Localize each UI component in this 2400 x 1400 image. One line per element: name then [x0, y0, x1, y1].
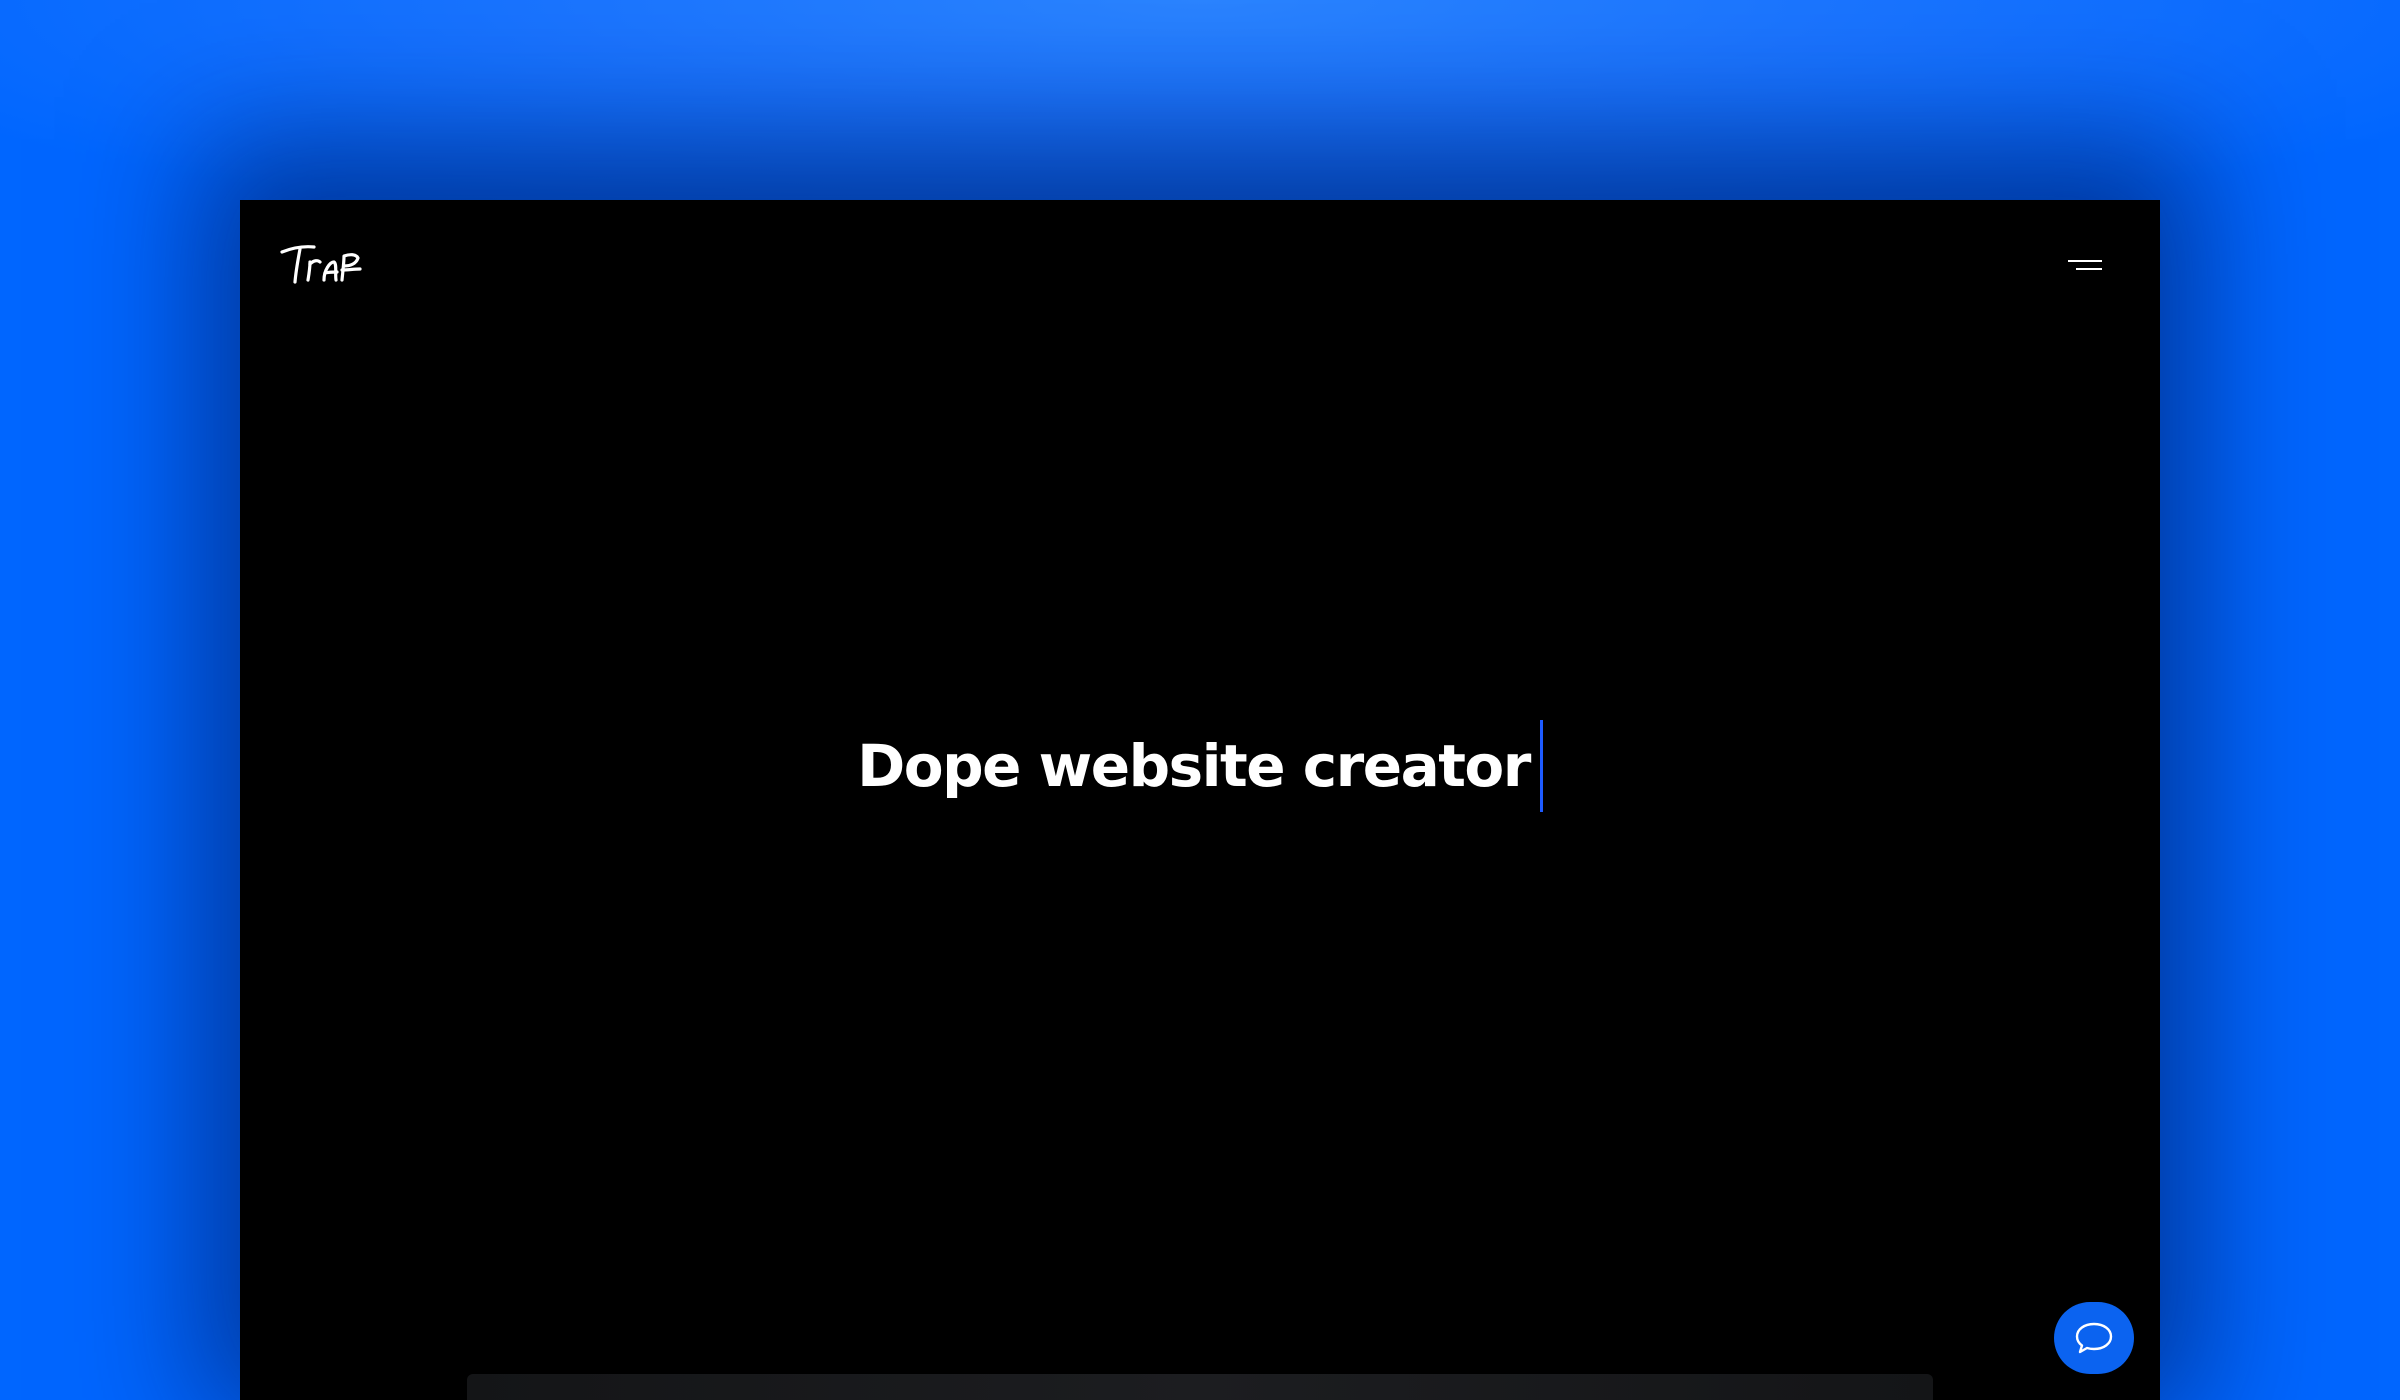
brand-logo-mark	[280, 245, 362, 284]
chat-button[interactable]	[2054, 1302, 2134, 1374]
menu-line-top	[2068, 260, 2102, 262]
hamburger-menu-icon[interactable]	[2066, 254, 2106, 278]
content-panel-peek	[467, 1374, 1933, 1400]
typing-caret	[1539, 720, 1543, 812]
desktop-background: Dope website creator	[0, 0, 2400, 1400]
brand-logo[interactable]	[280, 240, 370, 288]
website-preview-window: Dope website creator	[240, 200, 2160, 1400]
chat-bubble-icon	[2075, 1322, 2113, 1354]
hero-headline-wrapper: Dope website creator	[857, 720, 1543, 812]
hero-section: Dope website creator	[240, 720, 2160, 812]
hero-title: Dope website creator	[857, 732, 1531, 800]
menu-line-bottom	[2076, 268, 2102, 270]
